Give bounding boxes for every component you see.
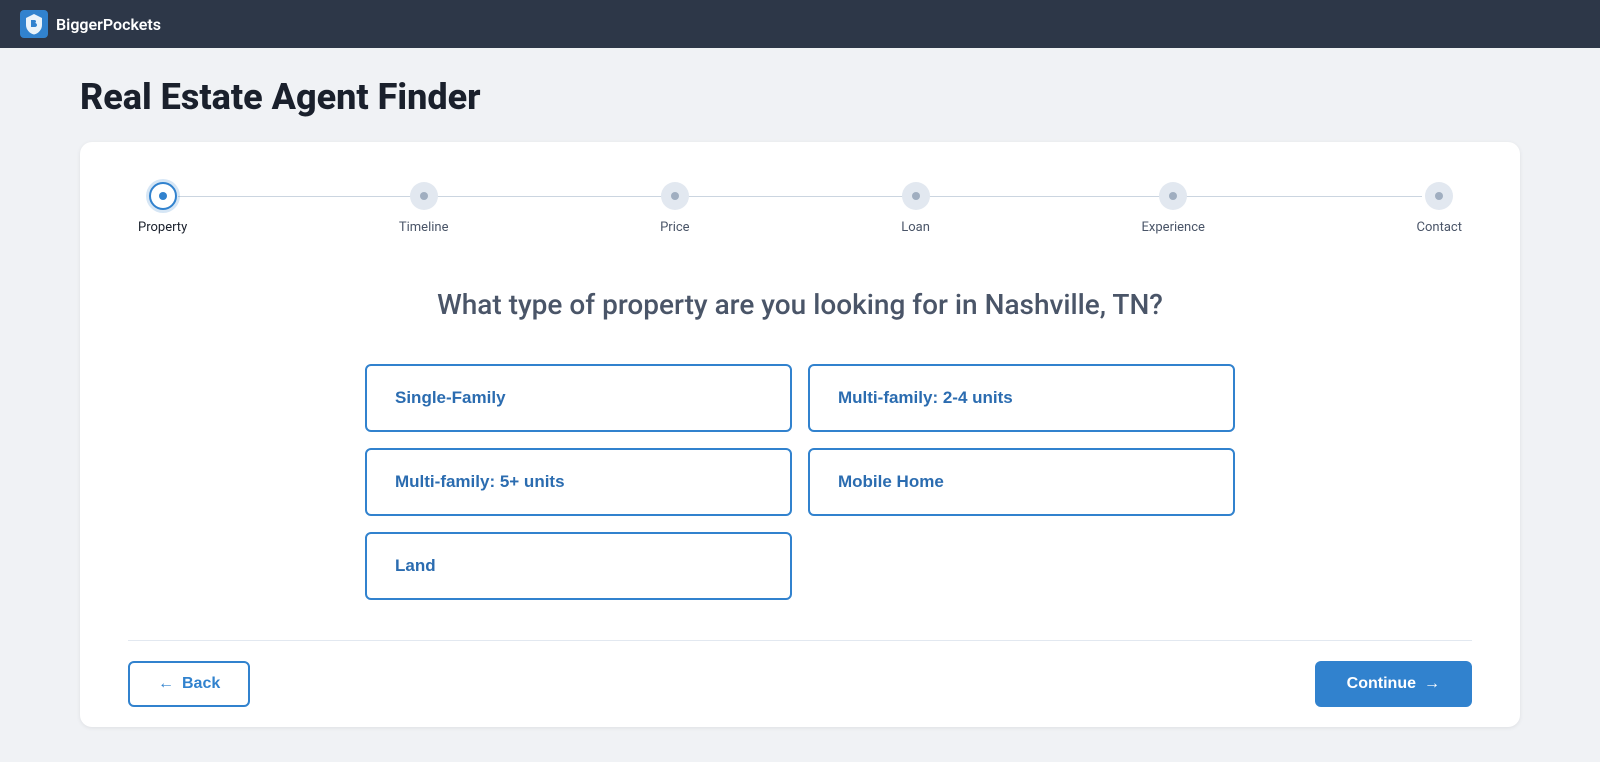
step-label-loan: Loan xyxy=(901,220,930,235)
logo-area: BiggerPockets xyxy=(20,10,161,38)
question-text: What type of property are you looking fo… xyxy=(128,285,1472,324)
main-card: Property Timeline Price Loan Experience xyxy=(80,142,1520,727)
step-dot-contact xyxy=(1425,182,1453,210)
page-content: Real Estate Agent Finder Property Timeli… xyxy=(0,48,1600,727)
step-experience: Experience xyxy=(1142,182,1205,235)
step-label-price: Price xyxy=(660,220,689,235)
step-dot-timeline xyxy=(410,182,438,210)
step-label-experience: Experience xyxy=(1142,220,1205,235)
back-arrow-icon: ← xyxy=(158,675,174,693)
step-dot-price xyxy=(661,182,689,210)
stepper-line xyxy=(178,196,1422,197)
stepper: Property Timeline Price Loan Experience xyxy=(128,182,1472,235)
option-multi-5-plus[interactable]: Multi-family: 5+ units xyxy=(365,448,792,516)
option-multi-2-4[interactable]: Multi-family: 2-4 units xyxy=(808,364,1235,432)
continue-button[interactable]: Continue → xyxy=(1315,661,1472,707)
step-price: Price xyxy=(660,182,689,235)
back-button[interactable]: ← Back xyxy=(128,661,250,707)
step-dot-experience xyxy=(1159,182,1187,210)
step-loan: Loan xyxy=(901,182,930,235)
step-contact: Contact xyxy=(1417,182,1462,235)
biggerpockets-logo-icon xyxy=(20,10,48,38)
back-label: Back xyxy=(182,675,220,693)
top-navigation: BiggerPockets xyxy=(0,0,1600,48)
step-timeline: Timeline xyxy=(399,182,449,235)
option-single-family[interactable]: Single-Family xyxy=(365,364,792,432)
options-grid: Single-Family Multi-family: 2-4 units Mu… xyxy=(365,364,1235,600)
continue-arrow-icon: → xyxy=(1424,675,1440,693)
step-property: Property xyxy=(138,182,187,235)
step-label-contact: Contact xyxy=(1417,220,1462,235)
logo-text: BiggerPockets xyxy=(56,15,161,34)
option-land[interactable]: Land xyxy=(365,532,792,600)
page-title: Real Estate Agent Finder xyxy=(80,76,1520,118)
step-dot-property xyxy=(149,182,177,210)
option-mobile-home[interactable]: Mobile Home xyxy=(808,448,1235,516)
continue-label: Continue xyxy=(1347,675,1416,693)
step-label-timeline: Timeline xyxy=(399,220,449,235)
step-dot-loan xyxy=(902,182,930,210)
card-footer: ← Back Continue → xyxy=(128,640,1472,727)
step-label-property: Property xyxy=(138,220,187,235)
